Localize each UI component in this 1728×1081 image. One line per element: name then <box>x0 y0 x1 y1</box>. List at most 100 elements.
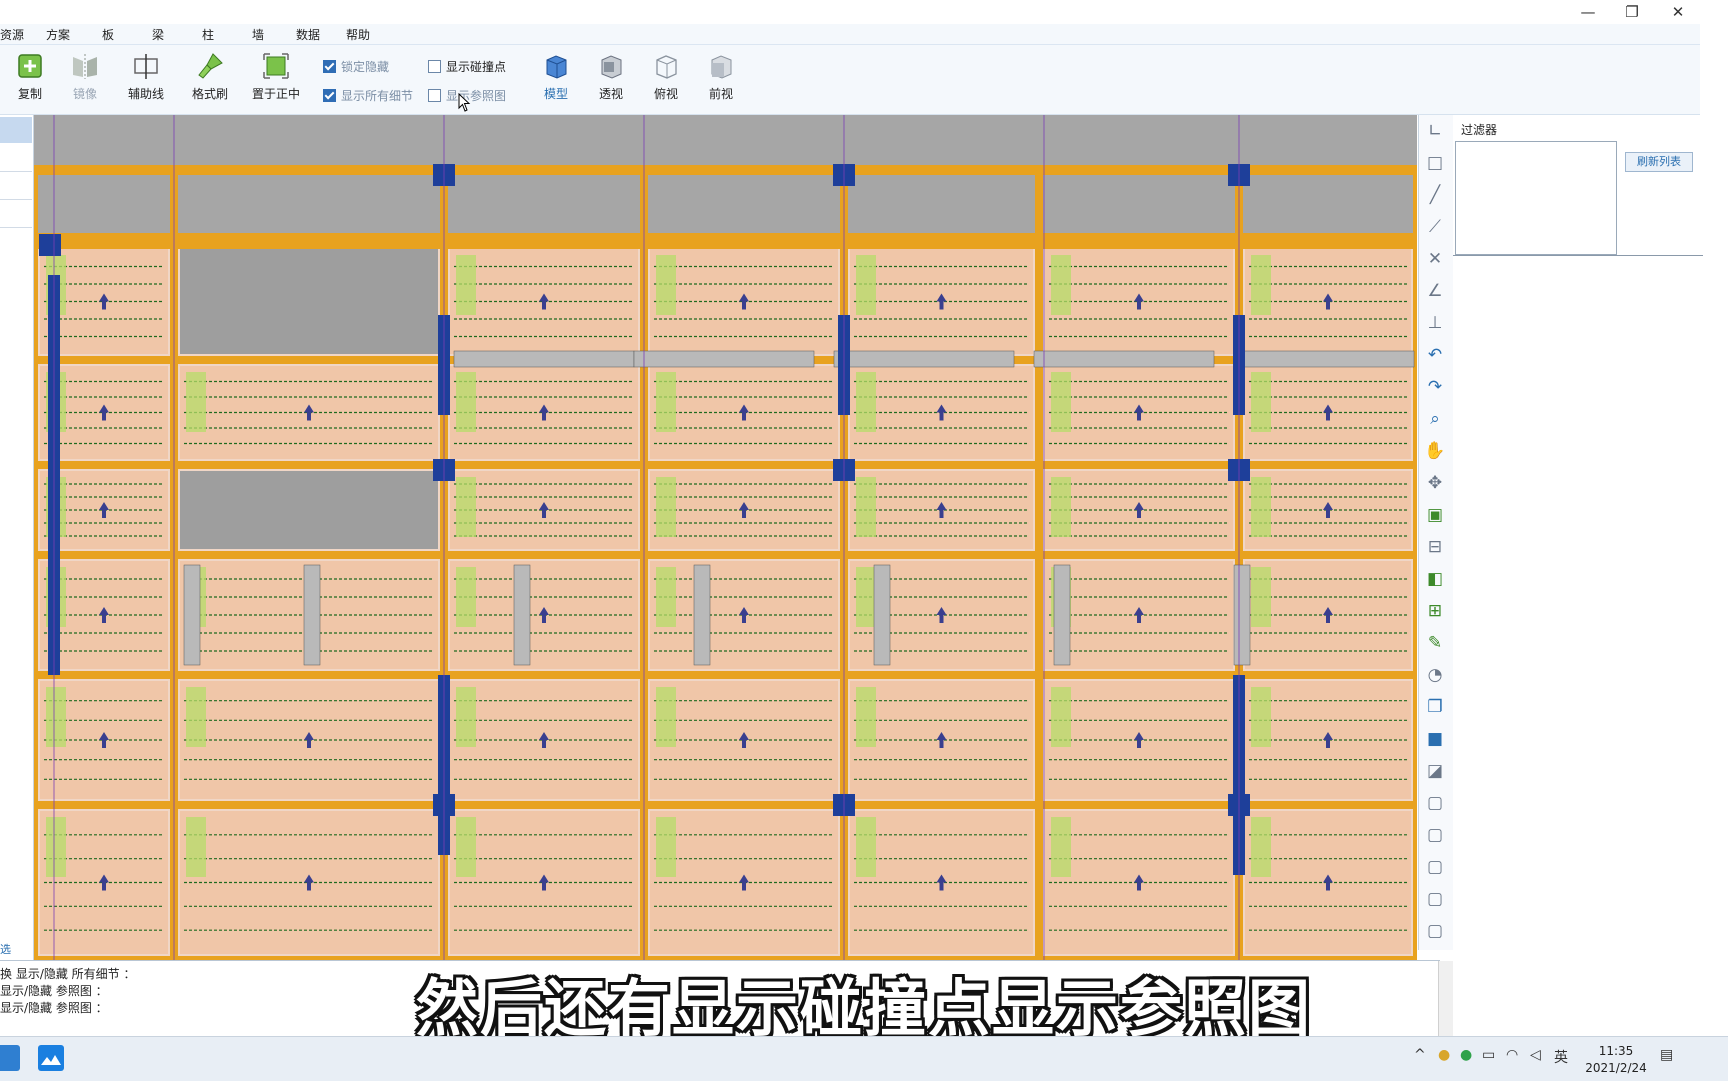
show-all-details-checkbox[interactable]: 显示所有细节 <box>323 87 413 104</box>
menu-wall[interactable]: 墙 <box>252 26 264 43</box>
cube-grey2-icon[interactable]: ▢ <box>1423 855 1447 879</box>
view-perspective-button[interactable]: 透视 <box>583 51 639 111</box>
guide-line-button[interactable]: 辅助线 <box>118 51 174 111</box>
cube-shadow-icon[interactable]: ◪ <box>1423 759 1447 783</box>
guide-line-icon[interactable]: ⊟ <box>1423 535 1447 559</box>
cube-wire-icon[interactable]: ▢ <box>1423 791 1447 815</box>
slab-panel <box>180 249 438 354</box>
left-panel-row[interactable] <box>0 173 32 200</box>
overlap-icon[interactable]: ❐ <box>1423 695 1447 719</box>
slab-label <box>46 687 66 747</box>
wifi-icon[interactable]: ◠ <box>1506 1047 1518 1063</box>
maximize-button[interactable]: ❐ <box>1614 0 1650 24</box>
cube-grey4-icon[interactable]: ▢ <box>1423 919 1447 943</box>
show-all-details-label: 显示所有细节 <box>341 89 414 103</box>
slab-label <box>656 255 676 315</box>
tray-app-icon[interactable]: ● <box>1438 1047 1450 1063</box>
lock-hide-checkbox[interactable]: 锁定隐藏 <box>323 58 389 75</box>
zoom-icon[interactable]: ⌕ <box>1423 407 1447 431</box>
slab-label <box>856 255 876 315</box>
left-panel-selected-row[interactable] <box>0 117 32 143</box>
left-panel-tag[interactable]: 选 <box>0 941 11 957</box>
minimize-button[interactable]: — <box>1570 0 1606 24</box>
rectangle-icon[interactable]: □ <box>1423 151 1447 175</box>
format-brush-icon[interactable]: ✎ <box>1423 631 1447 655</box>
menu-resources[interactable]: 资源 <box>0 26 24 43</box>
left-panel-row[interactable] <box>0 145 32 172</box>
beam <box>34 239 1417 247</box>
menu-slab[interactable]: 板 <box>102 26 114 43</box>
checkbox-box[interactable] <box>323 89 336 102</box>
close-button[interactable]: ✕ <box>1660 0 1696 24</box>
copy-icon <box>15 51 45 81</box>
angle-icon[interactable]: ∠ <box>1423 279 1447 303</box>
center-icon[interactable]: ▣ <box>1423 503 1447 527</box>
model-view-icon <box>541 51 571 81</box>
checkbox-box[interactable] <box>323 60 336 73</box>
vertical-toolbar: ∟ □ ╱ ⟋ ✕ ∠ ⊥ ↶ ↷ ⌕ ✋ ✥ ▣ ⊟ ◧ ⊞ ✎ ◔ ❐ ■ ◪ ▢ ▢ ▢ ▢ ▢ <box>1418 115 1453 950</box>
view-front-button[interactable]: 前视 <box>693 51 749 111</box>
copy-icon[interactable]: ⊞ <box>1423 599 1447 623</box>
taskbar-app-icon[interactable] <box>0 1045 20 1071</box>
cube-front-icon[interactable]: ■ <box>1423 727 1447 751</box>
cross-icon[interactable]: ✕ <box>1423 247 1447 271</box>
guide-line-icon <box>131 51 161 81</box>
pan-hand-icon[interactable]: ✋ <box>1423 439 1447 463</box>
view-model-button[interactable]: 模型 <box>528 51 584 111</box>
slab-label <box>456 687 476 747</box>
input-language-indicator[interactable]: 英 <box>1554 1047 1568 1067</box>
line-icon[interactable]: ╱ <box>1423 183 1447 207</box>
left-panel-row[interactable] <box>0 201 32 228</box>
slab-label <box>456 255 476 315</box>
slab-label <box>1051 687 1071 747</box>
mirror-button[interactable]: 镜像 <box>57 51 113 111</box>
copy-label: 复制 <box>17 87 42 101</box>
volume-icon[interactable]: ◁ <box>1530 1047 1541 1063</box>
view-front-label: 前视 <box>708 87 733 101</box>
checkbox-box[interactable] <box>428 60 441 73</box>
axis-icon[interactable]: ∟ <box>1423 119 1447 143</box>
stair-strip <box>873 564 891 666</box>
cube-grey3-icon[interactable]: ▢ <box>1423 887 1447 911</box>
rotate-icon[interactable]: ✥ <box>1423 471 1447 495</box>
filter-list[interactable] <box>1455 141 1617 255</box>
menu-column[interactable]: 柱 <box>202 26 214 43</box>
format-brush-button[interactable]: 格式刷 <box>182 51 238 111</box>
menu-help[interactable]: 帮助 <box>346 26 370 43</box>
drawing-canvas[interactable] <box>34 115 1417 960</box>
floor-plan-drawing[interactable] <box>34 115 1417 960</box>
slab-label <box>46 817 66 877</box>
polyline-icon[interactable]: ⟋ <box>1423 215 1447 239</box>
slab-label <box>456 372 476 432</box>
clock-time: 11:35 <box>1598 1044 1634 1058</box>
menu-scheme[interactable]: 方案 <box>46 26 70 43</box>
tray-security-icon[interactable]: ● <box>1460 1047 1472 1063</box>
view-top-button[interactable]: 俯视 <box>638 51 694 111</box>
menu-beam[interactable]: 梁 <box>152 26 164 43</box>
system-clock[interactable]: 11:35 2021/2/24 <box>1580 1043 1652 1077</box>
undo-icon[interactable]: ↶ <box>1423 343 1447 367</box>
mirror-icon[interactable]: ◧ <box>1423 567 1447 591</box>
refresh-list-button[interactable]: 刷新列表 <box>1625 152 1693 172</box>
center-button[interactable]: 置于正中 <box>248 51 304 111</box>
battery-icon[interactable]: ▭ <box>1482 1047 1495 1063</box>
pie-icon[interactable]: ◔ <box>1423 663 1447 687</box>
checkbox-box[interactable] <box>428 89 441 102</box>
slab-label <box>656 477 676 537</box>
redo-icon[interactable]: ↷ <box>1423 375 1447 399</box>
beam <box>1035 165 1043 960</box>
perpendicular-icon[interactable]: ⊥ <box>1423 311 1447 335</box>
copy-button[interactable]: 复制 <box>2 51 58 111</box>
slab-label <box>186 372 206 432</box>
stair-strip <box>1233 564 1251 666</box>
taskbar: ^ ● ● ▭ ◠ ◁ 英 11:35 2021/2/24 ▤ <box>0 1036 1728 1081</box>
tray-expand-icon[interactable]: ^ <box>1414 1047 1426 1063</box>
slab-panel <box>180 471 438 549</box>
notification-icon[interactable]: ▤ <box>1660 1047 1673 1063</box>
taskbar-photos-icon[interactable] <box>38 1045 64 1071</box>
menu-data[interactable]: 数据 <box>296 26 320 43</box>
cube-grey-icon[interactable]: ▢ <box>1423 823 1447 847</box>
view-top-label: 俯视 <box>653 87 678 101</box>
show-collision-points-checkbox[interactable]: 显示碰撞点 <box>428 58 506 75</box>
slab-label <box>656 687 676 747</box>
